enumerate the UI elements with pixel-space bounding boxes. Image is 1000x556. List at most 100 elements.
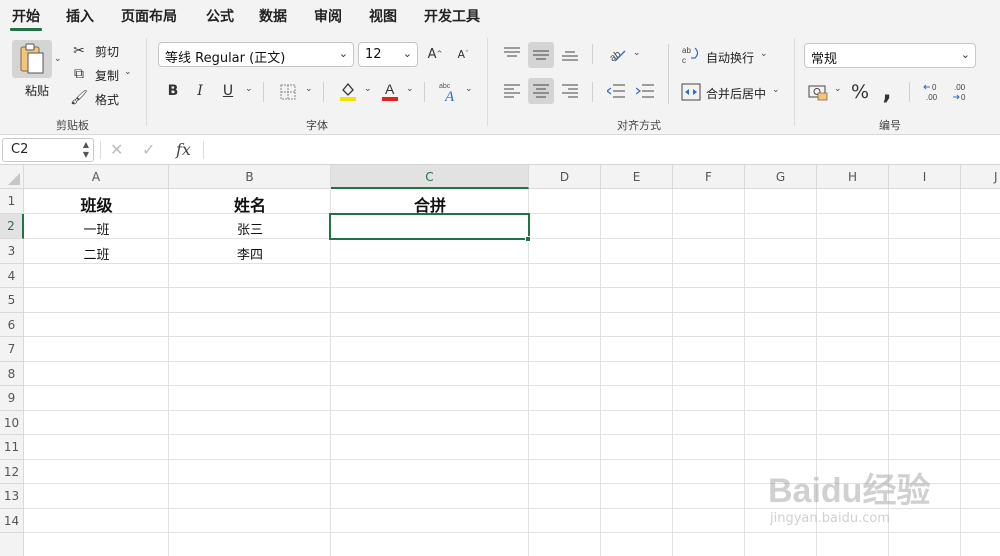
align-left-icon[interactable] <box>500 79 524 103</box>
wrap-text-button[interactable]: 自动换行 <box>706 49 754 66</box>
copy-button[interactable]: 复制 <box>95 67 119 84</box>
row-header-13[interactable]: 13 <box>0 484 24 509</box>
row-header-8[interactable]: 8 <box>0 362 24 386</box>
column-header-a[interactable]: A <box>24 165 169 189</box>
column-header-e[interactable]: E <box>601 165 673 189</box>
phonetic-guide-icon[interactable]: abc A <box>438 80 460 104</box>
underline-dropdown-icon[interactable]: ⌄ <box>245 84 253 94</box>
fill-color-dropdown-icon[interactable]: ⌄ <box>364 84 372 94</box>
bold-button[interactable]: B <box>163 81 183 101</box>
wrap-dropdown-icon[interactable]: ⌄ <box>760 49 768 59</box>
row-header-9[interactable]: 9 <box>0 386 24 411</box>
enter-icon[interactable]: ✓ <box>142 140 155 159</box>
column-header-f[interactable]: F <box>673 165 745 189</box>
gridline <box>24 385 1000 386</box>
row-header-5[interactable]: 5 <box>0 288 24 313</box>
underline-button[interactable]: U <box>218 81 238 101</box>
cell-a2[interactable]: 一班 <box>24 219 169 238</box>
column-header-c[interactable]: C <box>331 165 529 189</box>
column-header-b[interactable]: B <box>169 165 331 189</box>
increase-indent-icon[interactable] <box>633 79 657 103</box>
accounting-dropdown-icon[interactable]: ⌄ <box>834 84 842 94</box>
fill-color-button[interactable] <box>338 80 358 102</box>
cell-b3[interactable]: 李四 <box>169 244 331 263</box>
column-header-i[interactable]: I <box>889 165 961 189</box>
copy-dropdown-icon[interactable]: ⌄ <box>124 67 132 77</box>
column-header-h[interactable]: H <box>817 165 889 189</box>
cell-b1[interactable]: 姓名 <box>169 192 331 216</box>
font-size-select[interactable]: 12 ⌄ <box>358 42 418 67</box>
align-right-icon[interactable] <box>558 79 582 103</box>
selected-cell-c2[interactable] <box>329 213 530 240</box>
column-header-j[interactable]: J <box>961 165 1000 189</box>
tab-view[interactable]: 视图 <box>369 6 397 26</box>
merge-dropdown-icon[interactable]: ⌄ <box>772 85 780 95</box>
tab-home[interactable]: 开始 <box>10 6 42 31</box>
insert-function-button[interactable]: fx <box>176 140 191 159</box>
font-color-button[interactable]: A <box>380 80 400 102</box>
decrease-decimal-icon[interactable]: .00 0 <box>951 80 975 104</box>
row-header-1[interactable]: 1 <box>0 189 24 214</box>
select-all-corner[interactable] <box>0 165 24 189</box>
cell-b2[interactable]: 张三 <box>169 219 331 238</box>
tab-data[interactable]: 数据 <box>259 6 287 26</box>
decrease-indent-icon[interactable] <box>604 79 628 103</box>
borders-dropdown-icon[interactable]: ⌄ <box>305 84 313 94</box>
divider <box>592 82 593 102</box>
row-header-10[interactable]: 10 <box>0 411 24 435</box>
chevron-down-icon: ⌄ <box>960 48 970 61</box>
accounting-format-icon[interactable] <box>806 80 830 104</box>
merge-center-button[interactable]: 合并后居中 <box>706 85 766 102</box>
row-header-14[interactable]: 14 <box>0 509 24 533</box>
increase-decimal-icon[interactable]: 0.00 <box>922 80 946 104</box>
format-painter-icon[interactable]: 🖌 <box>70 89 88 107</box>
percent-button[interactable]: % <box>849 79 871 105</box>
wrap-text-icon[interactable]: ab c <box>680 44 702 66</box>
number-format-select[interactable]: 常规 ⌄ <box>804 43 976 68</box>
orientation-dropdown-icon[interactable]: ⌄ <box>633 48 641 58</box>
text-orientation-icon[interactable]: ab <box>605 42 629 66</box>
cell-a1[interactable]: 班级 <box>24 192 169 216</box>
tab-formulas[interactable]: 公式 <box>206 6 234 26</box>
tab-review[interactable]: 审阅 <box>314 6 342 26</box>
cut-button[interactable]: 剪切 <box>95 43 119 60</box>
row-header-12[interactable]: 12 <box>0 460 24 484</box>
font-name-select[interactable]: 等线 Regular (正文) ⌄ <box>158 42 354 67</box>
row-header-4[interactable]: 4 <box>0 264 24 288</box>
italic-button[interactable]: I <box>190 81 210 101</box>
tab-page-layout[interactable]: 页面布局 <box>121 6 177 26</box>
tab-insert[interactable]: 插入 <box>66 6 94 26</box>
fill-handle[interactable] <box>525 236 531 242</box>
row-header-2[interactable]: 2 <box>0 214 24 239</box>
number-format-value: 常规 <box>811 52 838 67</box>
comma-button[interactable]: , <box>878 77 896 105</box>
decrease-font-icon[interactable]: Aˇ <box>453 44 473 64</box>
font-color-dropdown-icon[interactable]: ⌄ <box>406 84 414 94</box>
row-header-7[interactable]: 7 <box>0 337 24 362</box>
align-middle-icon[interactable] <box>528 42 554 68</box>
phonetic-dropdown-icon[interactable]: ⌄ <box>465 84 473 94</box>
format-painter-button[interactable]: 格式 <box>95 91 119 108</box>
increase-font-icon[interactable]: A ^ <box>425 44 445 64</box>
paste-button[interactable] <box>12 40 52 78</box>
align-bottom-icon[interactable] <box>558 42 582 66</box>
align-center-icon[interactable] <box>528 78 554 104</box>
tab-developer[interactable]: 开发工具 <box>424 6 480 26</box>
cell-a3[interactable]: 二班 <box>24 244 169 263</box>
column-header-g[interactable]: G <box>745 165 817 189</box>
cut-icon[interactable]: ✂ <box>70 42 88 60</box>
row-header-6[interactable]: 6 <box>0 313 24 337</box>
svg-text:A: A <box>444 89 455 104</box>
borders-icon[interactable] <box>278 82 298 102</box>
copy-icon[interactable]: ⧉ <box>70 65 88 83</box>
paste-dropdown-icon[interactable]: ⌄ <box>54 54 62 64</box>
cancel-icon[interactable]: ✕ <box>110 140 123 159</box>
row-header-11[interactable]: 11 <box>0 435 24 460</box>
name-box-stepper-icon[interactable]: ▲ ▼ <box>83 140 89 160</box>
row-header-3[interactable]: 3 <box>0 239 24 264</box>
merge-center-icon[interactable] <box>680 81 702 103</box>
group-divider <box>146 38 147 126</box>
align-top-icon[interactable] <box>500 42 524 66</box>
name-box[interactable]: C2 ▲ ▼ <box>2 138 94 162</box>
column-header-d[interactable]: D <box>529 165 601 189</box>
